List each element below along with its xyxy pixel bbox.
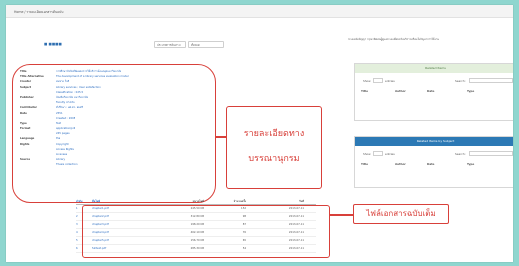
entries-label: entries [385,79,395,83]
search-scope-select[interactable]: ทั้งหมด [188,41,224,48]
search-label: Search: [455,152,466,156]
entries-label: entries [385,152,395,156]
col-author[interactable]: Author [395,89,406,93]
show-label: Show [363,152,371,156]
col-title[interactable]: Title [361,162,368,166]
metadata-highlight [12,64,216,203]
col-type[interactable]: Type [467,162,474,166]
related-items-panel: Related Items Show entries Search: Title… [354,63,513,121]
page-length-select[interactable] [373,78,383,83]
top-bar: Home / รายละเอียดเอกสารต้นฉบับ [6,5,513,18]
files-col-date: วันที่ [299,200,304,203]
show-label: Show [363,79,371,83]
search-type-select[interactable]: ประเภทการค้นหา ▾ [154,41,186,48]
help-text: ระบบคลังปัญญา กรุณาติดต่อผู้ดูแลระบบเพื่… [348,38,440,41]
metadata-callout: รายละเอียดทาง บรรณานุกรม [226,106,322,189]
page: Home / รายละเอียดเอกสารต้นฉบับ ■ ■■■■ ปร… [6,5,513,262]
col-type[interactable]: Type [467,89,474,93]
related-subject-panel: Related Items by Subject Show entries Se… [354,136,513,188]
files-col-name: ชื่อไฟล์ [92,200,101,203]
files-col-size: ขนาดไฟล์ [192,200,204,203]
files-col-number: ลำดับ [76,200,83,203]
metadata-callout-line1: รายละเอียดทาง [243,129,305,139]
files-col-count: จำนวนครั้ง [233,200,246,203]
page-length-select[interactable] [373,151,383,156]
site-logo[interactable]: ■ ■■■■ [44,42,62,46]
col-title[interactable]: Title [361,89,368,93]
col-author[interactable]: Author [395,162,406,166]
col-date[interactable]: Date [427,162,434,166]
related-subject-header: Related Items by Subject [355,137,513,146]
related-items-header: Related Items [355,64,513,73]
metadata-arrow [216,136,226,138]
panel-search-input[interactable] [469,78,513,83]
files-callout: ไฟล์เอกสารฉบับเต็ม [353,204,449,224]
breadcrumb[interactable]: Home / รายละเอียดเอกสารต้นฉบับ [14,10,63,15]
panel-search-input[interactable] [469,151,513,156]
col-date[interactable]: Date [427,89,434,93]
search-label: Search: [455,79,466,83]
files-highlight [82,205,330,258]
metadata-callout-line2: บรรณานุกรม [248,154,300,164]
files-arrow [330,214,353,216]
